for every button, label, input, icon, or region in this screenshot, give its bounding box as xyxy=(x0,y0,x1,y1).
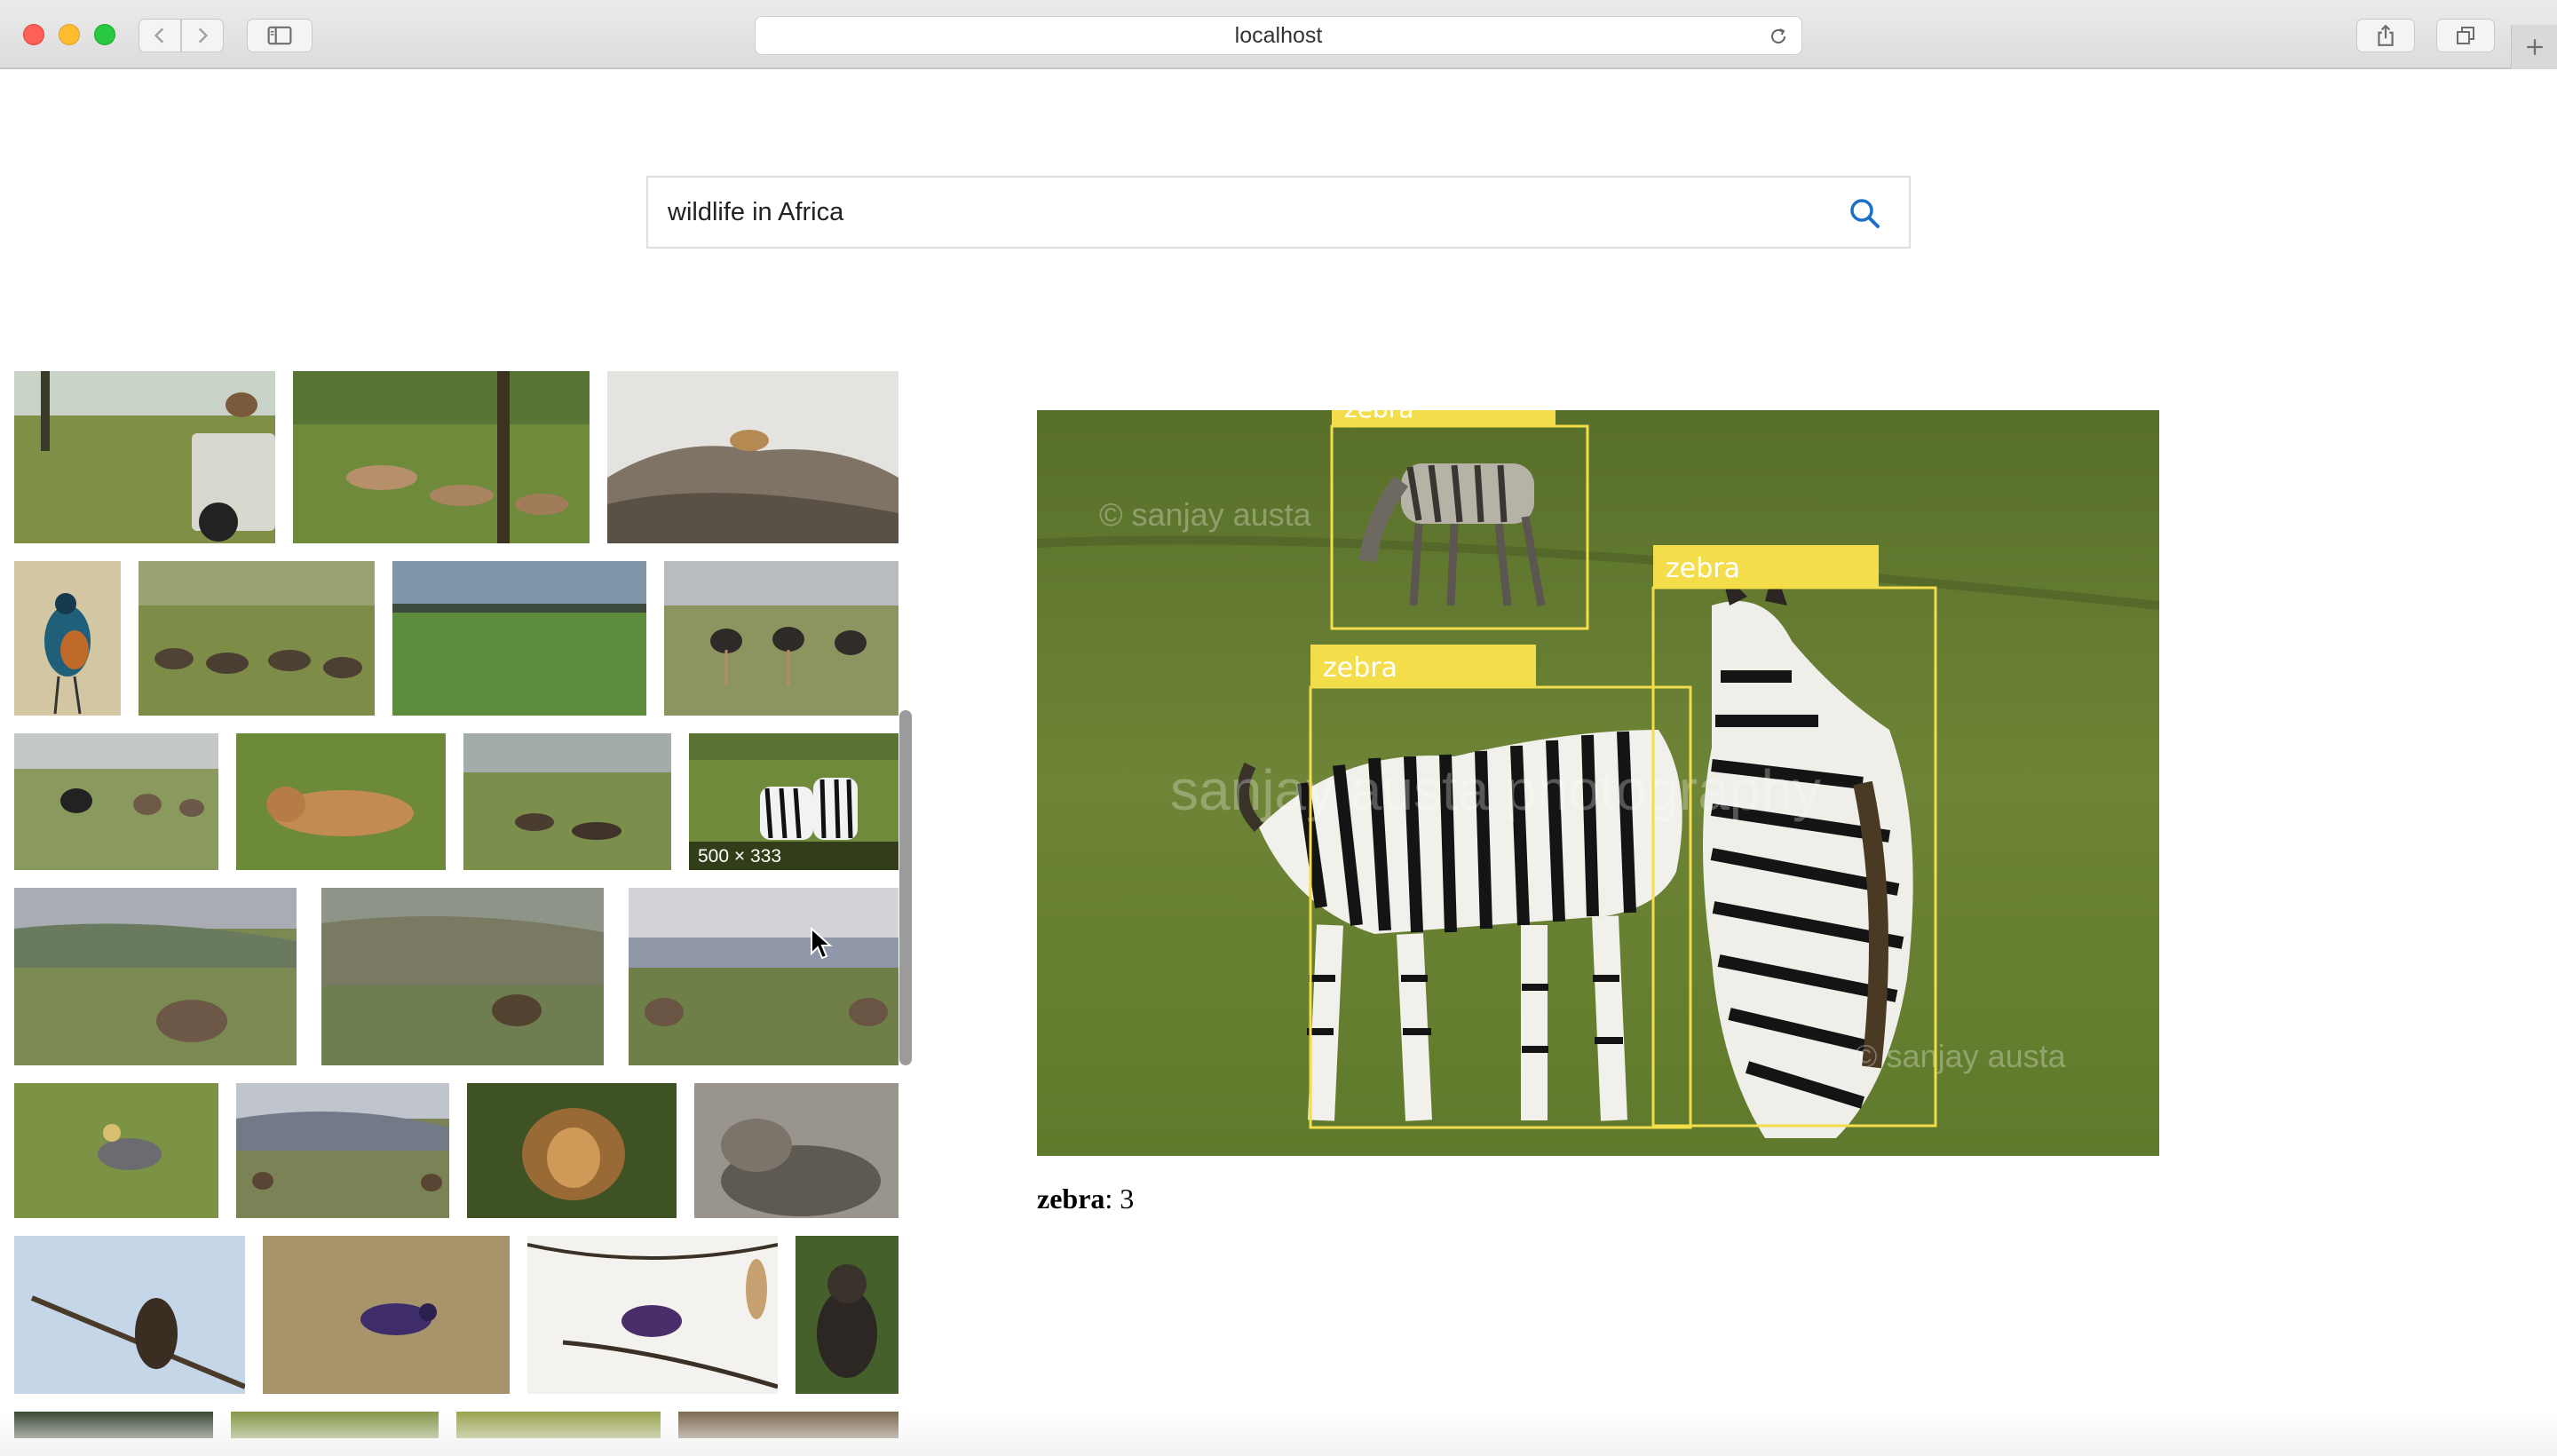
thumbnail-kite-bird[interactable] xyxy=(14,1236,245,1394)
zoom-window-button[interactable] xyxy=(94,24,115,45)
thumbnail-lion-portrait[interactable] xyxy=(467,1083,677,1218)
thumbnail-rhino-crater[interactable] xyxy=(321,888,604,1065)
share-icon xyxy=(2378,24,2394,46)
watermark-bottom: © sanjay austa xyxy=(1854,1038,2067,1074)
thumbnail-cheetah-on-rock[interactable] xyxy=(607,371,899,543)
summary-separator: : xyxy=(1104,1183,1120,1215)
thumbnail-elephant-crater[interactable] xyxy=(14,888,297,1065)
thumbnail-monkey[interactable] xyxy=(796,1236,899,1394)
thumbnail-bird-on-branch[interactable] xyxy=(527,1236,778,1394)
thumbnail-ostriches[interactable] xyxy=(664,561,899,716)
browser-toolbar: localhost xyxy=(0,0,2557,69)
thumbnail-lions-resting[interactable] xyxy=(293,371,590,543)
search-box xyxy=(646,176,1911,249)
thumbnail-lion-lying[interactable] xyxy=(236,733,446,870)
thumbnail-wildebeest-herd[interactable] xyxy=(139,561,375,716)
share-button[interactable] xyxy=(2356,19,2415,52)
thumbnail-scrollbar[interactable] xyxy=(899,710,912,1065)
sidebar-icon xyxy=(267,26,292,45)
plus-icon xyxy=(2526,39,2543,55)
thumbnail-elephants-lake[interactable] xyxy=(629,888,899,1065)
thumbnail-zebras-selected[interactable]: 500 × 333 xyxy=(689,733,899,870)
detection-label-right: zebra xyxy=(1666,553,1740,584)
new-tab-button[interactable] xyxy=(2511,25,2557,69)
thumbnail-safari-vehicle[interactable] xyxy=(14,371,275,543)
detection-count: 3 xyxy=(1120,1183,1135,1215)
image-dimensions-label: 500 × 333 xyxy=(689,842,899,870)
thumbnail-tortoise[interactable] xyxy=(694,1083,899,1218)
detection-label-top: zebra xyxy=(1344,410,1413,423)
thumbnail-starling-bird[interactable] xyxy=(14,561,121,716)
thumbnail-buffalo-grassland[interactable] xyxy=(463,733,671,870)
thumbnail-starling-ground[interactable] xyxy=(263,1236,510,1394)
search-input[interactable] xyxy=(668,178,1822,247)
tabs-icon xyxy=(2457,27,2474,44)
thumbnail-buffalo-crater[interactable] xyxy=(236,1083,449,1218)
back-button[interactable] xyxy=(139,19,181,52)
mouse-cursor-icon xyxy=(811,927,833,960)
bottom-fade xyxy=(0,1412,2557,1456)
address-bar[interactable]: localhost xyxy=(755,16,1802,55)
reload-icon[interactable] xyxy=(1768,26,1789,47)
watermark-top: © sanjay austa xyxy=(1099,496,1312,533)
chevron-left-icon xyxy=(154,28,164,44)
detection-image: © sanjay austa sanjay austa photography … xyxy=(1037,410,2159,1156)
detection-label-left: zebra xyxy=(1323,653,1397,684)
thumbnail-ostriches-field[interactable] xyxy=(14,733,218,870)
thumbnail-crowned-crane[interactable] xyxy=(14,1083,218,1218)
detection-class-label: zebra xyxy=(1037,1183,1105,1215)
chevron-right-icon xyxy=(198,28,209,44)
search-icon[interactable] xyxy=(1847,195,1882,231)
minimize-window-button[interactable] xyxy=(59,24,80,45)
detection-summary: zebra: 3 xyxy=(1037,1183,1134,1215)
close-window-button[interactable] xyxy=(23,24,44,45)
watermark-center: sanjay austa photography xyxy=(1170,758,1821,822)
forward-button[interactable] xyxy=(181,19,224,52)
thumbnail-savanna-plain[interactable] xyxy=(392,561,646,716)
tabs-overview-button[interactable] xyxy=(2436,19,2495,52)
sidebar-toggle-button[interactable] xyxy=(247,19,313,52)
address-text: localhost xyxy=(1234,22,1323,48)
